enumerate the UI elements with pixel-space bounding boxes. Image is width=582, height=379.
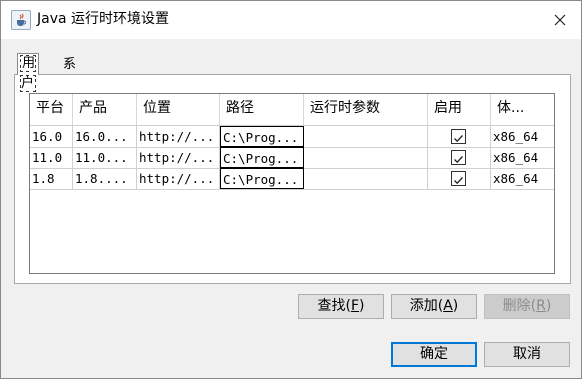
cell-product[interactable]: 1.8....: [73, 168, 137, 189]
add-button[interactable]: 添加(A): [391, 294, 477, 319]
table-row[interactable]: 11.0 11.0... http://... C:\Prog... x86_6…: [30, 147, 554, 169]
checkmark-icon: [454, 135, 463, 143]
table-header: 平台 产品 位置 路径 运行时参数 启用 体...: [30, 94, 554, 126]
col-product[interactable]: 产品: [73, 94, 137, 125]
cell-path[interactable]: C:\Prog...: [220, 126, 304, 147]
cell-location[interactable]: http://...: [137, 168, 220, 189]
cell-product[interactable]: 16.0...: [73, 126, 137, 147]
col-arch[interactable]: 体...: [491, 94, 554, 125]
cell-location[interactable]: http://...: [137, 147, 220, 168]
col-path[interactable]: 路径: [220, 94, 304, 125]
col-runtime-args[interactable]: 运行时参数: [304, 94, 428, 125]
enabled-checkbox[interactable]: [451, 171, 466, 186]
cell-runtime-args[interactable]: [304, 168, 428, 189]
enabled-checkbox[interactable]: [451, 150, 466, 165]
add-button-label: 添加: [409, 298, 438, 314]
ok-button[interactable]: 确定: [391, 342, 477, 367]
cell-platform[interactable]: 16.0: [30, 126, 73, 147]
cell-product[interactable]: 11.0...: [73, 147, 137, 168]
checkmark-icon: [454, 177, 463, 185]
java-cup-icon: [11, 10, 31, 30]
cell-platform[interactable]: 1.8: [30, 168, 73, 189]
checkmark-icon: [454, 156, 463, 164]
window-title: Java 运行时环境设置: [37, 11, 170, 27]
table-row[interactable]: 16.0 16.0... http://... C:\Prog... x86_6…: [30, 126, 554, 148]
cell-enabled: [428, 147, 491, 168]
cell-path[interactable]: C:\Prog...: [220, 168, 304, 189]
tab-user[interactable]: 用户: [17, 53, 40, 92]
cell-runtime-args[interactable]: [304, 126, 428, 147]
remove-button[interactable]: 删除(R): [484, 294, 570, 319]
cell-arch[interactable]: x86_64: [491, 168, 554, 189]
cell-location[interactable]: http://...: [137, 126, 220, 147]
java-runtime-settings-dialog: Java 运行时环境设置 用户 系统 平台 产品 位置 路径 运行时参数 启用 …: [0, 0, 582, 379]
cell-arch[interactable]: x86_64: [491, 147, 554, 168]
cancel-button[interactable]: 取消: [484, 342, 570, 367]
find-button-label: 查找: [317, 298, 346, 314]
close-icon[interactable]: [550, 10, 570, 30]
add-mnemonic: A: [443, 298, 453, 314]
remove-button-label: 删除: [502, 298, 531, 314]
cell-arch[interactable]: x86_64: [491, 126, 554, 147]
tab-panel-user: 平台 产品 位置 路径 运行时参数 启用 体... 16.0 16.0... h…: [14, 74, 571, 284]
cell-runtime-args[interactable]: [304, 147, 428, 168]
col-platform[interactable]: 平台: [30, 94, 73, 125]
cell-platform[interactable]: 11.0: [30, 147, 73, 168]
cell-enabled: [428, 168, 491, 189]
title-bar: Java 运行时环境设置: [1, 1, 581, 39]
enabled-checkbox[interactable]: [451, 129, 466, 144]
jre-table: 平台 产品 位置 路径 运行时参数 启用 体... 16.0 16.0... h…: [29, 93, 555, 274]
find-mnemonic: F: [350, 298, 360, 314]
col-location[interactable]: 位置: [137, 94, 220, 125]
table-row[interactable]: 1.8 1.8.... http://... C:\Prog... x86_64: [30, 168, 554, 190]
find-button[interactable]: 查找(F): [298, 294, 384, 319]
remove-mnemonic: R: [536, 298, 546, 314]
col-enabled[interactable]: 启用: [428, 94, 491, 125]
cell-enabled: [428, 126, 491, 147]
tab-user-label: 用户: [19, 55, 37, 92]
cell-path[interactable]: C:\Prog...: [220, 147, 304, 168]
tab-system[interactable]: 系统: [60, 55, 79, 92]
